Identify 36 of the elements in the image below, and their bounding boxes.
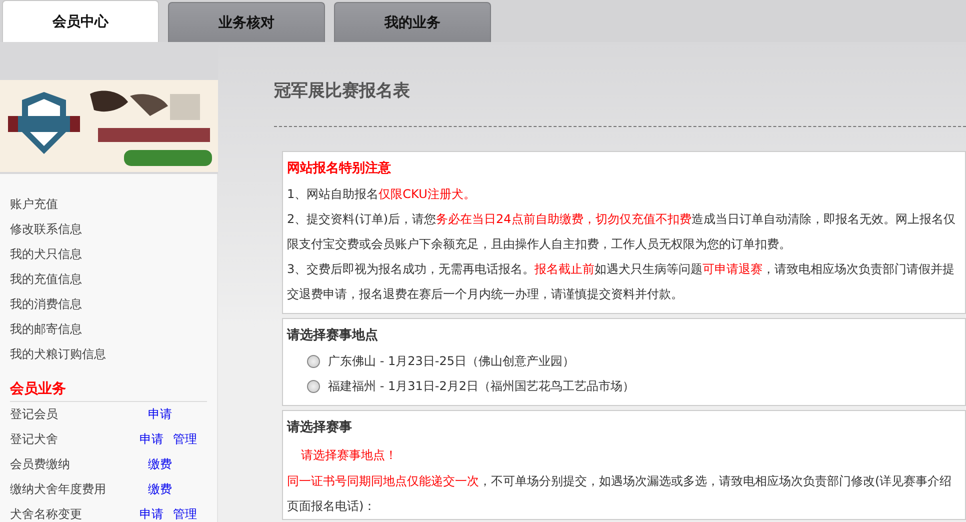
row-label: 缴纳犬舍年度费用 (10, 481, 107, 498)
action-link[interactable]: 申请 (148, 402, 184, 427)
notice-paragraph: 2、提交资料(订单)后，请您务必在当日24点前自助缴费，切勿仅充值不扣费造成当日订单自动清除，即报名无效。网上报名仅限支付宝交费或会员账户下余额充足，且由操作人自主扣费，工作人员无权限为您的订单扣费。 (287, 211, 956, 253)
option-label[interactable]: 广东佛山 - 1月23日-25日（佛山创意产业园） (328, 349, 574, 374)
section-title: 会员业务 (10, 377, 207, 402)
action-link[interactable]: 缴费 (148, 477, 184, 502)
notice-paragraph: 1、网站自助报名仅限CKU注册犬。 (287, 186, 476, 203)
row-label: 会员费缴纳 (10, 456, 71, 473)
row-label: 犬舍名称变更 (10, 506, 83, 522)
action-link[interactable]: 管理 (173, 427, 207, 452)
sidebar-link[interactable]: 我的犬粮订购信息 (10, 342, 207, 367)
sidebar-link[interactable]: 我的犬只信息 (10, 242, 207, 267)
notice-heading: 网站报名特别注意 (287, 160, 392, 178)
option-label[interactable]: 福建福州 - 1月31日-2月2日（福州国艺花鸟工艺品市场） (328, 374, 634, 399)
page-title: 冠军展比赛报名表 (274, 80, 411, 103)
row-label: 登记犬舍 (10, 431, 59, 448)
action-link[interactable]: 缴费 (148, 452, 184, 477)
sidebar-link[interactable]: 我的消费信息 (10, 292, 207, 317)
tab[interactable]: 会员中心 (2, 0, 159, 42)
sidebar-link[interactable]: 我的邮寄信息 (10, 317, 207, 342)
action-link[interactable]: 申请 (139, 427, 174, 452)
sidebar-link[interactable]: 我的充值信息 (10, 267, 207, 292)
action-link[interactable]: 申请 (139, 502, 174, 522)
tab[interactable]: 我的业务 (334, 2, 491, 42)
tab[interactable]: 业务核对 (168, 2, 325, 42)
event-heading: 请选择赛事 (287, 418, 353, 437)
location-heading: 请选择赛事地点 (287, 326, 379, 345)
radio-button[interactable] (307, 355, 320, 368)
notice-paragraph: 3、交费后即视为报名成功，无需再电话报名。报名截止前如遇犬只生病等问题可申请退赛，请致电相应场次负责部门请假并提交退费申请，报名退费在赛后一个月内统一办理，请谨慎提交资料并付款。 (287, 261, 956, 303)
row-label: 登记会员 (10, 406, 59, 423)
sidebar-link[interactable]: 账户充值 (10, 192, 207, 217)
prompt-text: 请选择赛事地点！ (300, 447, 398, 464)
sidebar-link[interactable]: 修改联系信息 (10, 217, 207, 242)
radio-button[interactable] (307, 380, 320, 393)
note-paragraph: 同一证书号同期同地点仅能递交一次，不可单场分别提交，如遇场次漏选或多选，请致电相应场次负责部门修改(详见赛事介绍页面报名电话)： (287, 473, 953, 515)
action-link[interactable]: 管理 (173, 502, 207, 522)
